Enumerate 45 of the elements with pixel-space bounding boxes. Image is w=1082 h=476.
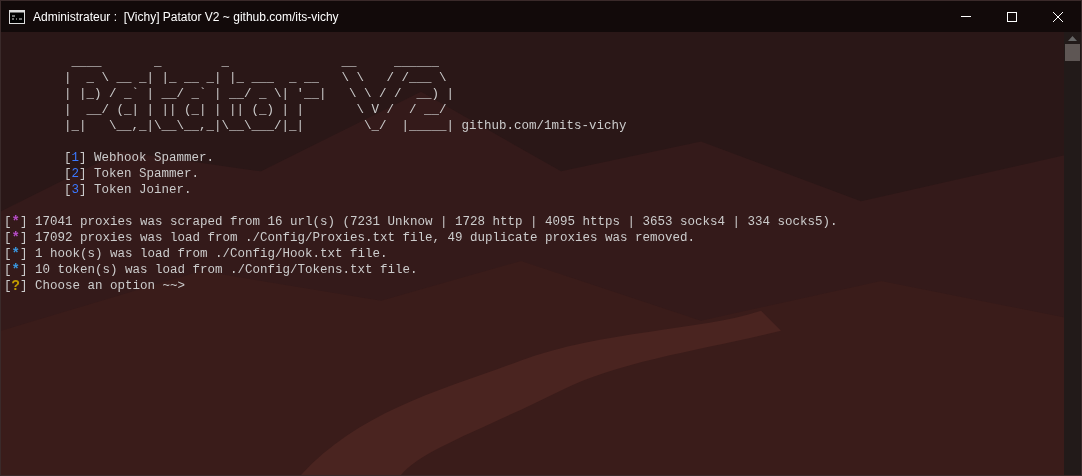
scrollbar-thumb[interactable] <box>1065 44 1080 61</box>
bracket: [ <box>4 230 12 246</box>
log-message: 17092 proxies was load from ./Config/Proxies.txt file, 49 duplicate proxies was removed. <box>34 230 696 246</box>
bracket: ] <box>79 150 87 166</box>
status-symbol: * <box>11 262 20 278</box>
terminal-icon <box>9 9 25 24</box>
ascii-art-line: | __/ (_| | || (_| | || (_) | | \ V / / __/ <box>64 102 447 118</box>
bracket: ] <box>19 214 28 230</box>
ascii-art-line: | _ \ __ _| |_ __ _| |_ ___ _ __ \ \ / /___ \ <box>64 70 447 86</box>
log-message: 10 token(s) was load from ./Config/Tokens.txt file. <box>34 262 418 278</box>
status-symbol: * <box>11 214 20 230</box>
option-number: 1 <box>71 150 80 166</box>
maximize-icon <box>1007 11 1017 22</box>
close-icon <box>1053 11 1063 22</box>
bracket: [ <box>4 214 12 230</box>
bracket: [ <box>64 182 72 198</box>
bracket: [ <box>4 262 12 278</box>
bracket: [ <box>64 150 72 166</box>
bracket: ] <box>79 166 87 182</box>
ascii-art-line: |_| \__,_|\__\__,_|\__\___/|_| \_/ |_____| <box>64 118 455 134</box>
bracket: [ <box>4 246 12 262</box>
status-symbol: * <box>11 246 20 262</box>
log-message: 1 hook(s) was load from ./Config/Hook.txt file. <box>34 246 388 262</box>
status-symbol: * <box>11 230 20 246</box>
option-number: 2 <box>71 166 80 182</box>
bracket: ] <box>79 182 87 198</box>
log-message: Choose an option ~~> <box>34 278 185 294</box>
bracket: ] <box>19 230 28 246</box>
window-title: Administrateur : [Vichy] Patator V2 ~ github.com/its-vichy <box>33 8 339 26</box>
log-message: 17041 proxies was scraped from 16 url(s) (7231 Unknow | 1728 http | 4095 https | 3653 socks4 | 334 socks5). <box>34 214 838 230</box>
status-symbol: ? <box>11 278 20 294</box>
bracket: ] <box>19 278 28 294</box>
menu-option: Webhook Spammer. <box>94 150 215 166</box>
bracket: ] <box>19 262 28 278</box>
scrollbar[interactable] <box>1064 32 1081 475</box>
option-number: 3 <box>71 182 80 198</box>
bracket: [ <box>4 278 12 294</box>
menu-option: Token Spammer. <box>94 166 200 182</box>
menu-option: Token Joiner. <box>94 182 192 198</box>
bracket: [ <box>64 166 72 182</box>
ascii-art-line: ____ _ _ __ ______ <box>70 54 440 70</box>
minimize-icon <box>961 16 971 17</box>
bracket: ] <box>19 246 28 262</box>
ascii-art-line: | |_) / _` | __/ _` | __/ _ \| '__| \ \ / / __) | <box>64 86 455 102</box>
scroll-up-icon[interactable] <box>1068 36 1077 41</box>
